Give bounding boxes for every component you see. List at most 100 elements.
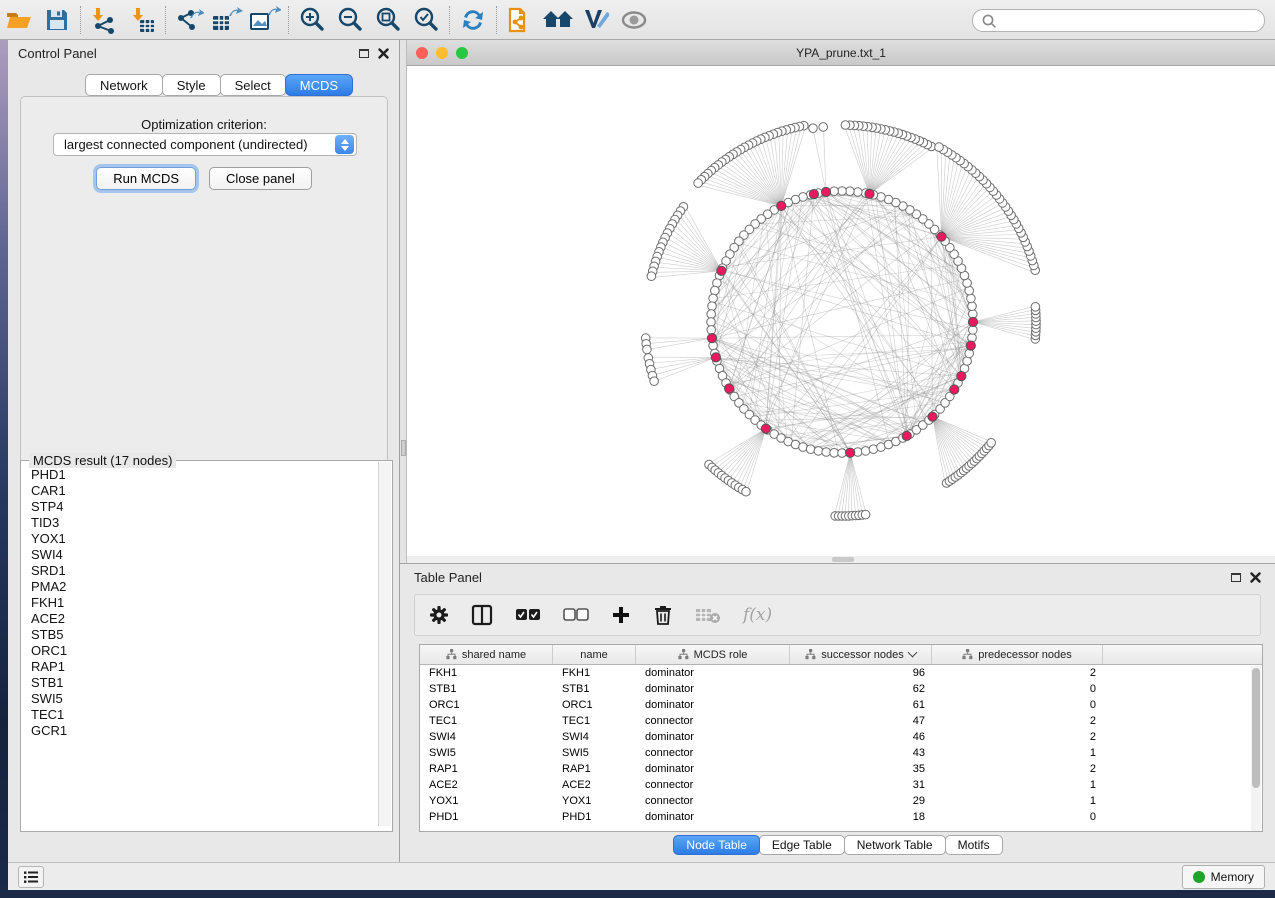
- mcds-dominator-node[interactable]: [966, 341, 975, 350]
- network-node[interactable]: [647, 272, 656, 281]
- mcds-result-item[interactable]: ACE2: [22, 611, 380, 627]
- network-node[interactable]: [935, 143, 944, 152]
- mcds-result-item[interactable]: SWI4: [22, 547, 380, 563]
- network-node[interactable]: [967, 294, 976, 303]
- import-table-icon[interactable]: [123, 3, 161, 37]
- search-field[interactable]: [972, 9, 1265, 32]
- mcds-dominator-node[interactable]: [928, 412, 937, 421]
- network-graph-canvas[interactable]: [407, 66, 1275, 556]
- network-from-file-icon[interactable]: [501, 3, 539, 37]
- network-node[interactable]: [830, 187, 839, 196]
- mcds-result-scrollbar[interactable]: [378, 462, 391, 826]
- open-session-icon[interactable]: [0, 3, 38, 37]
- mcds-dominator-node[interactable]: [711, 353, 720, 362]
- mcds-dominator-node[interactable]: [865, 189, 874, 198]
- table-row[interactable]: YOX1YOX1connector291: [420, 793, 1262, 809]
- function-builder-icon[interactable]: f(x): [743, 605, 772, 625]
- table-row[interactable]: STB1STB1dominator620: [420, 681, 1262, 697]
- scrollbar-thumb[interactable]: [1252, 668, 1260, 788]
- export-table-icon[interactable]: [208, 3, 246, 37]
- network-node[interactable]: [707, 310, 716, 319]
- network-node[interactable]: [694, 179, 703, 188]
- network-node[interactable]: [711, 286, 720, 295]
- zoom-fit-icon[interactable]: [369, 3, 407, 37]
- mcds-result-item[interactable]: YOX1: [22, 531, 380, 547]
- hide-panel-eye-icon[interactable]: [615, 3, 653, 37]
- mcds-result-item[interactable]: CAR1: [22, 483, 380, 499]
- mcds-dominator-node[interactable]: [902, 431, 911, 440]
- scrollbar-thumb[interactable]: [832, 557, 854, 562]
- mcds-dominator-node[interactable]: [777, 201, 786, 210]
- table-row[interactable]: PHD1PHD1dominator180: [420, 809, 1262, 825]
- tab-motifs[interactable]: Motifs: [945, 835, 1003, 855]
- network-node[interactable]: [861, 510, 870, 519]
- network-node[interactable]: [806, 445, 815, 454]
- tab-mcds[interactable]: MCDS: [285, 74, 353, 96]
- home-pages-icon[interactable]: [539, 3, 577, 37]
- network-node[interactable]: [846, 187, 855, 196]
- table-row[interactable]: SWI4SWI4dominator462: [420, 729, 1262, 745]
- network-horizontal-scrollbar[interactable]: [407, 556, 1275, 563]
- mcds-dominator-node[interactable]: [717, 266, 726, 275]
- mcds-dominator-node[interactable]: [725, 384, 734, 393]
- mcds-dominator-node[interactable]: [821, 187, 830, 196]
- mcds-dominator-node[interactable]: [761, 424, 770, 433]
- run-mcds-button[interactable]: Run MCDS: [96, 167, 196, 190]
- mcds-dominator-node[interactable]: [957, 372, 966, 381]
- zoom-selected-icon[interactable]: [407, 3, 445, 37]
- column-header-successor-nodes[interactable]: successor nodes: [790, 645, 932, 664]
- tab-network[interactable]: Network: [85, 74, 163, 96]
- network-node[interactable]: [708, 302, 717, 311]
- network-node[interactable]: [650, 377, 659, 386]
- mcds-result-item[interactable]: SRD1: [22, 563, 380, 579]
- table-row[interactable]: TEC1TEC1connector472: [420, 713, 1262, 729]
- network-node[interactable]: [742, 487, 751, 496]
- network-node[interactable]: [1031, 303, 1040, 312]
- column-layout-icon[interactable]: [471, 604, 493, 626]
- table-row[interactable]: ORC1ORC1dominator610: [420, 697, 1262, 713]
- apply-layout-icon[interactable]: [454, 3, 492, 37]
- network-node[interactable]: [830, 449, 839, 458]
- network-node[interactable]: [707, 318, 716, 327]
- export-image-icon[interactable]: [246, 3, 284, 37]
- mcds-result-item[interactable]: GCR1: [22, 723, 380, 739]
- mcds-result-item[interactable]: STP4: [22, 499, 380, 515]
- column-header-name[interactable]: name: [553, 645, 636, 664]
- table-row[interactable]: SWI5SWI5connector431: [420, 745, 1262, 761]
- close-panel-button[interactable]: Close panel: [209, 167, 312, 190]
- table-row[interactable]: FKH1FKH1dominator962: [420, 665, 1262, 681]
- mcds-result-item[interactable]: RAP1: [22, 659, 380, 675]
- save-session-icon[interactable]: [38, 3, 76, 37]
- network-node[interactable]: [854, 188, 863, 197]
- close-panel-icon[interactable]: [378, 48, 389, 59]
- mcds-dominator-node[interactable]: [846, 448, 855, 457]
- task-history-button[interactable]: [18, 866, 44, 888]
- float-panel-icon[interactable]: [359, 49, 369, 58]
- mcds-dominator-node[interactable]: [937, 232, 946, 241]
- table-row[interactable]: ACE2ACE2connector311: [420, 777, 1262, 793]
- table-row[interactable]: RAP1RAP1dominator352: [420, 761, 1262, 777]
- mcds-dominator-node[interactable]: [707, 334, 716, 343]
- mcds-result-item[interactable]: TID3: [22, 515, 380, 531]
- network-node[interactable]: [987, 439, 996, 448]
- column-header-predecessor-nodes[interactable]: predecessor nodes: [932, 645, 1103, 664]
- add-column-icon[interactable]: [611, 605, 631, 625]
- network-left-scrollbar[interactable]: [400, 40, 407, 563]
- mcds-result-item[interactable]: STB1: [22, 675, 380, 691]
- criterion-select[interactable]: largest connected component (undirected): [53, 133, 357, 156]
- column-header-MCDS-role[interactable]: MCDS role: [636, 645, 790, 664]
- mcds-result-item[interactable]: PHD1: [22, 467, 380, 483]
- delete-column-icon[interactable]: [653, 604, 673, 626]
- mcds-result-item[interactable]: FKH1: [22, 595, 380, 611]
- mcds-result-list[interactable]: PHD1CAR1STP4TID3YOX1SWI4SRD1PMA2FKH1ACE2…: [22, 467, 380, 825]
- select-all-icon[interactable]: [515, 608, 541, 622]
- mcds-dominator-node[interactable]: [950, 385, 959, 394]
- memory-button[interactable]: Memory: [1182, 865, 1265, 889]
- network-node[interactable]: [643, 345, 652, 354]
- network-node[interactable]: [809, 124, 818, 133]
- network-node[interactable]: [822, 448, 831, 457]
- mcds-result-item[interactable]: PMA2: [22, 579, 380, 595]
- float-panel-icon[interactable]: [1231, 573, 1241, 582]
- zoom-out-icon[interactable]: [331, 3, 369, 37]
- network-node[interactable]: [819, 123, 828, 132]
